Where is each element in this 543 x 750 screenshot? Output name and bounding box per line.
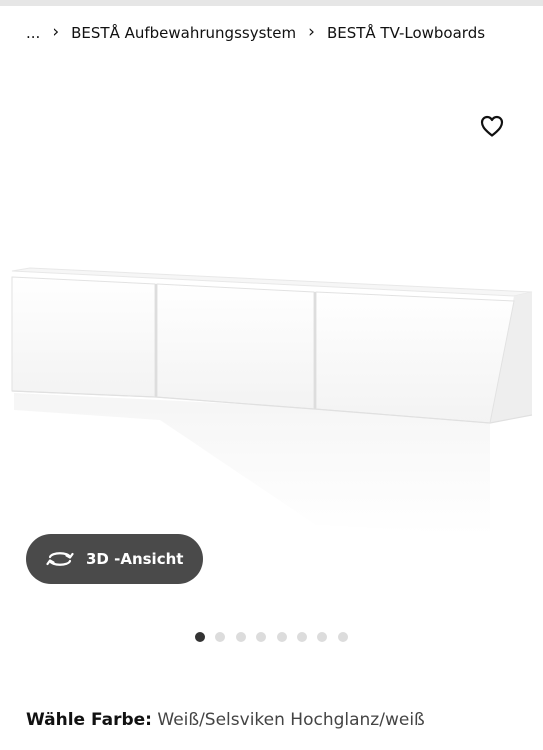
3d-view-button[interactable]: 3D -Ansicht <box>26 534 203 584</box>
carousel-dot[interactable] <box>235 632 246 642</box>
breadcrumb-link-besta-aufbewahrungssystem[interactable]: BESTÅ Aufbewahrungssystem <box>71 24 296 42</box>
carousel-dot[interactable] <box>337 632 348 642</box>
favorite-button[interactable] <box>478 113 506 139</box>
3d-view-label: 3D -Ansicht <box>86 550 184 568</box>
product-image[interactable] <box>0 245 543 545</box>
breadcrumb-ellipsis[interactable]: ... <box>26 24 40 42</box>
color-label: Wähle Farbe: <box>26 710 152 730</box>
breadcrumb: ... › BESTÅ Aufbewahrungssystem › BESTÅ … <box>26 22 485 44</box>
color-selector[interactable]: Wähle Farbe: Weiß/Selsviken Hochglanz/we… <box>26 710 425 730</box>
carousel-dot[interactable] <box>296 632 307 642</box>
carousel-indicator <box>195 632 348 642</box>
carousel-dot[interactable] <box>276 632 287 642</box>
top-divider <box>0 0 543 6</box>
chevron-right-icon: › <box>52 22 60 42</box>
color-value: Weiß/Selsviken Hochglanz/weiß <box>157 710 425 730</box>
breadcrumb-link-besta-tv-lowboards[interactable]: BESTÅ TV-Lowboards <box>327 24 485 42</box>
carousel-dot[interactable] <box>195 632 205 642</box>
carousel-dot[interactable] <box>317 632 328 642</box>
carousel-dot[interactable] <box>215 632 226 642</box>
carousel-dot[interactable] <box>256 632 267 642</box>
chevron-right-icon: › <box>308 22 315 42</box>
heart-icon <box>480 115 504 137</box>
rotate-3d-icon <box>46 548 76 570</box>
